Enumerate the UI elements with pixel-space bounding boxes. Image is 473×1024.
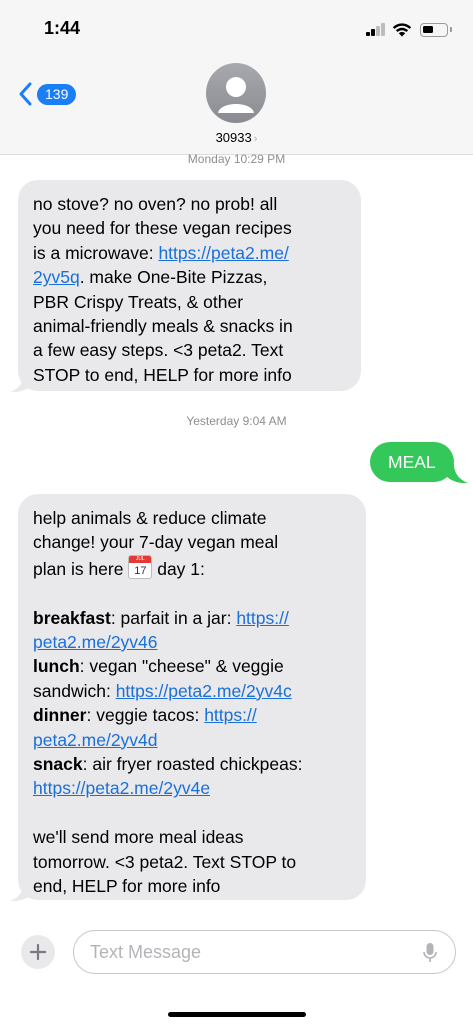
message-line: end, HELP for more info: [33, 876, 221, 897]
bubble-tail: [10, 882, 32, 902]
wifi-icon: [392, 23, 412, 37]
contact-avatar[interactable]: [206, 63, 266, 123]
outgoing-message-bubble[interactable]: MEAL: [370, 442, 454, 482]
message-line: change! your 7-day vegan meal: [33, 532, 279, 553]
meal-label-lunch: lunch: [33, 656, 80, 677]
message-line: you need for these vegan recipes: [33, 218, 292, 239]
message-line: we'll send more meal ideas: [33, 827, 244, 848]
message-composer: [0, 920, 473, 1024]
message-link[interactable]: https://: [236, 608, 289, 628]
message-text: plan is here: [33, 558, 129, 579]
home-indicator[interactable]: [168, 1012, 306, 1017]
message-text: is a microwave:: [33, 242, 159, 263]
chevron-right-icon: ›: [253, 133, 258, 145]
messages-screen: 1:44 139 30933 › Monday 10:29 PM no stov…: [0, 0, 473, 1024]
message-line: 2yv5q. make One-Bite Pizzas,: [33, 265, 347, 289]
conversation-header: 139 30933 ›: [0, 58, 473, 155]
message-input-field[interactable]: [73, 930, 456, 974]
calendar-day: 17: [134, 564, 147, 577]
message-timestamp: Yesterday 9:04 AM: [186, 414, 287, 428]
message-line: help animals & reduce climate: [33, 508, 267, 528]
message-timestamp: Monday 10:29 PM: [187, 152, 286, 166]
calendar-month: JUL: [129, 555, 152, 563]
message-line: animal-friendly meals & snacks in: [33, 316, 293, 337]
message-text: . make One-Bite Pizzas,: [79, 267, 268, 288]
signal-icon: [366, 23, 386, 36]
meal-label-snack: snack: [33, 754, 83, 775]
message-line: https://peta2.me/2yv4e: [33, 776, 352, 800]
message-text: : veggie tacos:: [86, 705, 205, 726]
message-text: : parfait in a jar:: [110, 607, 237, 628]
microphone-icon[interactable]: [423, 942, 437, 964]
incoming-message-bubble[interactable]: no stove? no oven? no prob! all you need…: [18, 180, 361, 391]
message-line: STOP to end, HELP for more info: [33, 364, 292, 385]
back-chevron-icon: [19, 82, 32, 106]
plus-icon: [30, 944, 46, 960]
message-link[interactable]: https://peta2.me/2yv4e: [33, 778, 210, 798]
message-line: breakfast: parfait in a jar: https://: [33, 606, 352, 630]
unread-count-badge: 139: [37, 83, 77, 105]
bubble-tail: [446, 464, 468, 484]
message-text: sandwich:: [33, 680, 116, 701]
message-link[interactable]: https://peta2.me/: [158, 243, 288, 263]
message-line: peta2.me/2yv46: [33, 630, 352, 654]
status-bar: 1:44: [0, 0, 473, 58]
message-line: is a microwave: https://peta2.me/: [33, 241, 347, 265]
incoming-message-bubble[interactable]: help animals & reduce climate change! yo…: [18, 494, 366, 900]
message-text: : air fryer roasted chickpeas:: [82, 754, 303, 775]
message-line: plan is here JUL 17 day 1:: [33, 554, 352, 581]
bubble-tail: [10, 373, 32, 393]
message-line: no stove? no oven? no prob! all: [33, 194, 278, 214]
message-line: dinner: veggie tacos: https://: [33, 703, 352, 727]
status-time: 1:44: [44, 18, 81, 38]
message-line: a few easy steps. <3 peta2. Text: [33, 340, 284, 361]
message-text: day 1:: [152, 558, 205, 579]
contact-name[interactable]: 30933 ›: [0, 130, 473, 145]
message-line: sandwich: https://peta2.me/2yv4c: [33, 679, 352, 703]
message-link[interactable]: https://: [204, 705, 257, 725]
message-link[interactable]: 2yv5q: [33, 267, 80, 287]
meal-label-breakfast: breakfast: [33, 607, 111, 628]
contact-name-text: 30933: [215, 130, 252, 145]
message-line: snack: air fryer roasted chickpeas:: [33, 752, 352, 776]
message-text: : vegan "cheese" & veggie: [79, 656, 284, 677]
message-line: peta2.me/2yv4d: [33, 728, 352, 752]
calendar-emoji-icon: JUL 17: [128, 554, 153, 579]
meal-label-dinner: dinner: [33, 705, 87, 726]
message-input[interactable]: [90, 931, 410, 973]
message-line: tomorrow. <3 peta2. Text STOP to: [33, 851, 297, 872]
message-link[interactable]: https://peta2.me/2yv4c: [116, 681, 292, 701]
message-line: lunch: vegan "cheese" & veggie: [33, 654, 352, 678]
back-button[interactable]: 139: [16, 80, 77, 108]
message-link[interactable]: peta2.me/2yv46: [33, 632, 158, 652]
battery-icon: [420, 23, 452, 37]
avatar-person-icon: [218, 77, 254, 113]
message-line: PBR Crispy Treats, & other: [33, 291, 244, 312]
apps-plus-button[interactable]: [21, 935, 55, 969]
message-link[interactable]: peta2.me/2yv4d: [33, 730, 158, 750]
